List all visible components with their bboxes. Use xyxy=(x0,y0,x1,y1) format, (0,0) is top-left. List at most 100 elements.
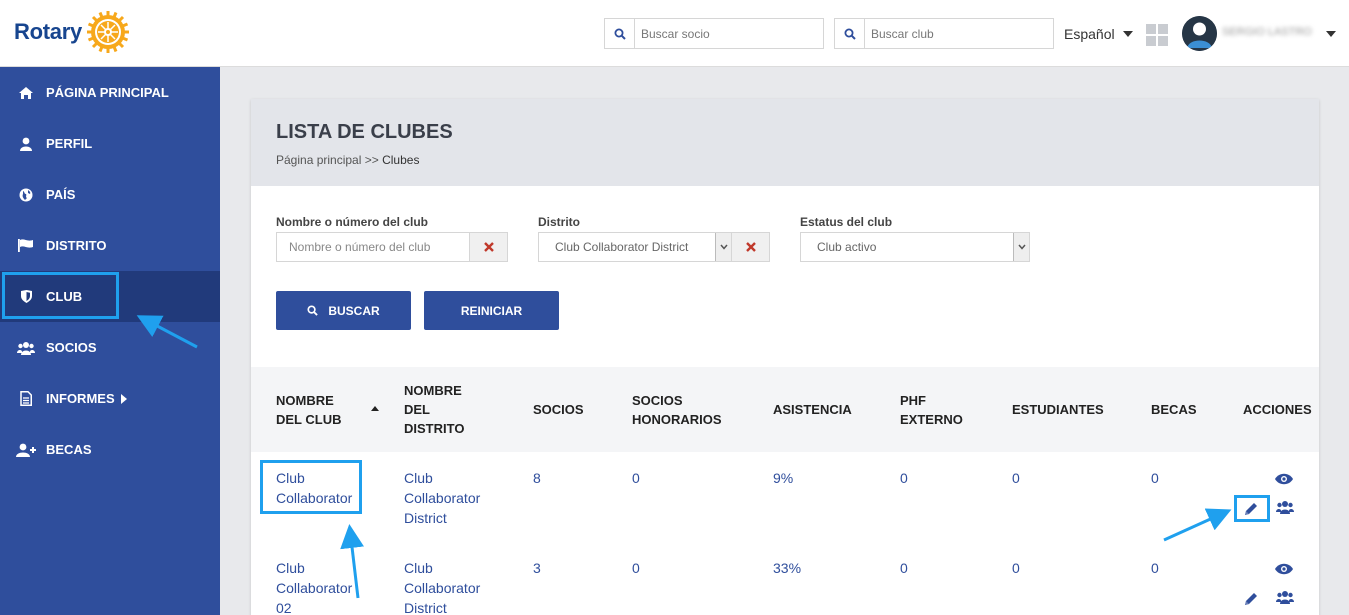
members-group-icon[interactable] xyxy=(1276,589,1294,605)
breadcrumb-separator: >> xyxy=(364,153,379,167)
status-filter-label: Estatus del club xyxy=(800,215,893,229)
clear-district-button[interactable] xyxy=(732,232,770,262)
breadcrumb-current: Clubes xyxy=(382,153,420,167)
honorary-count[interactable]: 0 xyxy=(632,558,640,578)
clubs-card: LISTA DE CLUBES Página principal >> Club… xyxy=(251,99,1319,615)
sidebar-item-profile[interactable]: PERFIL xyxy=(0,118,220,169)
highlight-club-menu xyxy=(2,272,119,319)
flag-icon xyxy=(16,238,36,254)
search-icon[interactable] xyxy=(605,19,635,48)
user-icon xyxy=(16,136,36,152)
sort-asc-icon[interactable] xyxy=(371,406,379,411)
th-honorary[interactable]: SOCIOS HONORARIOS xyxy=(632,391,722,429)
status-filter: Estatus del club Club activo xyxy=(800,215,1030,262)
status-select[interactable]: Club activo xyxy=(800,232,1030,262)
club-name-input[interactable] xyxy=(276,232,470,262)
sidebar-item-label: INFORMES xyxy=(46,391,115,406)
district-filter-label: Distrito xyxy=(538,215,580,229)
sidebar: PÁGINA PRINCIPAL PERFIL PAÍS DISTRITO CL… xyxy=(0,67,220,615)
clear-club-button[interactable] xyxy=(470,232,508,262)
grants-count[interactable]: 0 xyxy=(1151,468,1159,488)
sidebar-item-country[interactable]: PAÍS xyxy=(0,169,220,220)
th-students[interactable]: ESTUDIANTES xyxy=(1012,400,1104,419)
sidebar-item-label: PAÍS xyxy=(46,187,76,202)
caret-right-icon xyxy=(120,393,127,404)
sidebar-item-district[interactable]: DISTRITO xyxy=(0,220,220,271)
view-eye-icon[interactable] xyxy=(1275,561,1293,577)
breadcrumb-home-link[interactable]: Página principal xyxy=(276,153,361,167)
th-grants[interactable]: BECAS xyxy=(1151,400,1197,419)
top-bar: Rotary Buscar socio Buscar club Español … xyxy=(0,0,1349,67)
brand-name: Rotary xyxy=(14,19,82,44)
attendance-value[interactable]: 9% xyxy=(773,468,793,488)
club-filter: Nombre o número del club xyxy=(276,215,508,262)
sidebar-item-members[interactable]: SOCIOS xyxy=(0,322,220,373)
district-name-link[interactable]: Club Collaborator District xyxy=(404,558,480,615)
sidebar-item-label: PÁGINA PRINCIPAL xyxy=(46,85,169,100)
club-search-input[interactable] xyxy=(865,19,1045,48)
user-plus-icon xyxy=(16,442,36,458)
chevron-down-icon xyxy=(715,233,731,261)
rotary-wheel-icon xyxy=(86,11,129,53)
globe-icon xyxy=(16,187,36,203)
th-phf[interactable]: PHF EXTERNO xyxy=(900,391,963,429)
view-eye-icon[interactable] xyxy=(1275,471,1293,487)
caret-down-icon xyxy=(1122,31,1133,37)
user-name[interactable]: SERGIO LASTRO xyxy=(1222,26,1312,38)
highlight-edit-action xyxy=(1234,495,1270,522)
reset-button[interactable]: REINICIAR xyxy=(424,291,559,330)
apps-grid-icon[interactable] xyxy=(1146,24,1168,46)
th-attendance[interactable]: ASISTENCIA xyxy=(773,400,852,419)
sidebar-item-reports[interactable]: INFORMES xyxy=(0,373,220,424)
district-select-value: Club Collaborator District xyxy=(555,240,689,254)
edit-pencil-icon[interactable] xyxy=(1242,591,1260,607)
sidebar-item-grants[interactable]: BECAS xyxy=(0,424,220,475)
search-button-label: BUSCAR xyxy=(328,303,380,318)
avatar[interactable] xyxy=(1182,16,1217,51)
honorary-count[interactable]: 0 xyxy=(632,468,640,488)
table-header: NOMBRE DEL CLUB NOMBRE DEL DISTRITO SOCIOS … xyxy=(251,367,1319,452)
reset-button-label: REINICIAR xyxy=(460,303,523,318)
document-icon xyxy=(16,391,36,407)
club-name-link[interactable]: Club Collaborator 02 xyxy=(276,558,352,615)
sidebar-item-label: BECAS xyxy=(46,442,92,457)
th-club-name[interactable]: NOMBRE DEL CLUB xyxy=(276,391,341,429)
district-filter: Distrito Club Collaborator District xyxy=(538,215,770,262)
th-members[interactable]: SOCIOS xyxy=(533,400,584,419)
language-label: Español xyxy=(1064,26,1115,42)
caret-down-icon[interactable] xyxy=(1326,31,1336,37)
sidebar-item-label: PERFIL xyxy=(46,136,93,151)
close-icon xyxy=(483,242,494,252)
breadcrumb: Página principal >> Clubes xyxy=(276,153,1294,167)
members-group-icon[interactable] xyxy=(1276,499,1294,515)
member-search xyxy=(604,18,824,49)
students-count[interactable]: 0 xyxy=(1012,558,1020,578)
members-count[interactable]: 8 xyxy=(533,468,541,488)
district-name-link[interactable]: Club Collaborator District xyxy=(404,468,480,528)
district-select[interactable]: Club Collaborator District xyxy=(538,232,732,262)
students-count[interactable]: 0 xyxy=(1012,468,1020,488)
rotary-logo[interactable]: Rotary xyxy=(14,10,130,54)
th-actions: ACCIONES xyxy=(1243,402,1312,417)
close-icon xyxy=(745,242,756,252)
phf-count[interactable]: 0 xyxy=(900,468,908,488)
grants-count[interactable]: 0 xyxy=(1151,558,1159,578)
club-search xyxy=(834,18,1054,49)
language-selector[interactable]: Español xyxy=(1064,26,1133,42)
members-count[interactable]: 3 xyxy=(533,558,541,578)
sidebar-item-label: SOCIOS xyxy=(46,340,97,355)
status-select-value: Club activo xyxy=(817,240,877,254)
chevron-down-icon xyxy=(1013,233,1029,261)
search-button[interactable]: BUSCAR xyxy=(276,291,411,330)
phf-count[interactable]: 0 xyxy=(900,558,908,578)
home-icon xyxy=(16,85,36,101)
member-search-input[interactable] xyxy=(635,19,815,48)
users-icon xyxy=(16,340,36,356)
attendance-value[interactable]: 33% xyxy=(773,558,801,578)
sidebar-item-label: DISTRITO xyxy=(46,238,107,253)
search-icon[interactable] xyxy=(835,19,865,48)
club-filter-label: Nombre o número del club xyxy=(276,215,429,229)
search-icon xyxy=(307,305,319,316)
sidebar-item-home[interactable]: PÁGINA PRINCIPAL xyxy=(0,67,220,118)
th-district-name[interactable]: NOMBRE DEL DISTRITO xyxy=(404,381,464,438)
